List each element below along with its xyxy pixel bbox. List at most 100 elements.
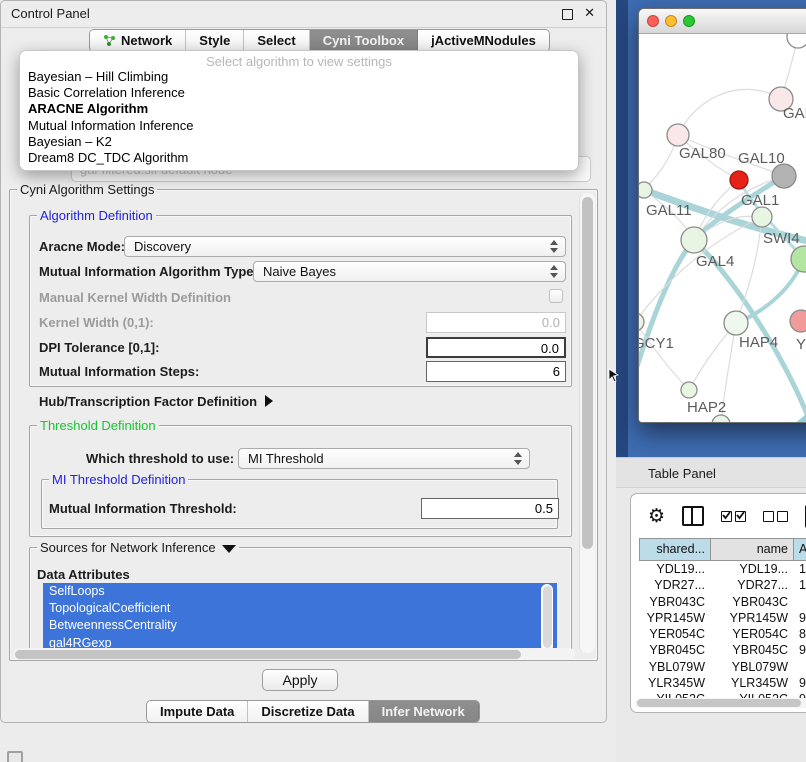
- algorithm-option[interactable]: Mutual Information Inference: [20, 118, 578, 134]
- table-cell: YDL19...: [639, 561, 711, 577]
- network-node[interactable]: [752, 207, 772, 227]
- network-node-label: GAL1: [741, 192, 779, 209]
- column-header-clipped[interactable]: A: [794, 538, 806, 561]
- table-body: YDL19...YDL19...13YDR27...YDR27...12YBR0…: [639, 561, 806, 708]
- tab-infer-network[interactable]: Infer Network: [369, 701, 479, 722]
- algorithm-option[interactable]: ARACNE Algorithm: [20, 101, 578, 117]
- apply-button[interactable]: Apply: [262, 669, 338, 691]
- control-panel-titlebar[interactable]: Control Panel ✕: [1, 1, 606, 28]
- table-cell: 9.: [794, 675, 806, 691]
- table-panel-titlebar[interactable]: Table Panel: [616, 457, 806, 488]
- gear-icon[interactable]: ⚙: [648, 507, 665, 526]
- tab-network[interactable]: Network: [90, 30, 186, 51]
- tab-impute-data[interactable]: Impute Data: [147, 701, 248, 722]
- attributes-scrollbar-thumb[interactable]: [543, 586, 552, 648]
- settings-vertical-scrollbar-thumb[interactable]: [582, 197, 593, 549]
- network-node[interactable]: [791, 246, 806, 272]
- dpi-tolerance-field[interactable]: 0.0: [426, 337, 566, 358]
- table-cell: YER054C: [639, 626, 711, 642]
- table-row[interactable]: YBR043CYBR043C: [639, 594, 806, 610]
- stepper-icon: [514, 452, 523, 465]
- control-panel-tabs: Network Style Select Cyni Toolbox jActiv…: [89, 29, 550, 52]
- table-horizontal-scrollbar-thumb[interactable]: [637, 699, 801, 707]
- mi-threshold-field[interactable]: 0.5: [421, 498, 559, 519]
- zoom-window-icon[interactable]: [683, 15, 695, 27]
- network-node[interactable]: [667, 124, 689, 146]
- settings-horizontal-scrollbar-thumb[interactable]: [15, 650, 521, 659]
- network-canvas[interactable]: GALGAL80GAL10GAL11GAL1SWI4GAL4GCY1HAP4YH…: [639, 34, 806, 423]
- algorithm-option[interactable]: Basic Correlation Inference: [20, 85, 578, 101]
- network-node[interactable]: [681, 382, 697, 398]
- hub-section-toggle[interactable]: Hub/Transcription Factor Definition: [39, 394, 273, 409]
- algorithm-option[interactable]: Dream8 DC_TDC Algorithm: [20, 150, 578, 166]
- close-panel-icon[interactable]: ✕: [584, 5, 595, 21]
- network-window-titlebar[interactable]: [639, 9, 806, 34]
- which-threshold-select[interactable]: MI Threshold: [238, 448, 530, 469]
- table-row[interactable]: YLR345WYLR345W9.: [639, 675, 806, 691]
- tab-select[interactable]: Select: [244, 30, 309, 51]
- network-view-window[interactable]: GALGAL80GAL10GAL11GAL1SWI4GAL4GCY1HAP4YH…: [638, 8, 806, 423]
- algorithm-option[interactable]: Bayesian – Hill Climbing: [20, 69, 578, 85]
- table-row[interactable]: YBR045CYBR045C9.: [639, 642, 806, 658]
- node-table: shared... name A YDL19...YDL19...13YDR27…: [639, 538, 806, 708]
- kernel-width-field[interactable]: 0.0: [426, 312, 566, 333]
- algorithm-definition-title: Algorithm Definition: [37, 208, 156, 223]
- table-row[interactable]: YPR145WYPR145W9.: [639, 610, 806, 626]
- minimized-panel-icon[interactable]: [7, 751, 23, 762]
- table-panel-title: Table Panel: [648, 466, 716, 481]
- dpi-tolerance-label: DPI Tolerance [0,1]:: [39, 340, 159, 355]
- table-cell: YBR043C: [711, 594, 794, 610]
- network-node[interactable]: [730, 171, 748, 189]
- network-node[interactable]: [790, 310, 806, 332]
- float-panel-icon[interactable]: [562, 9, 573, 20]
- stepper-icon: [550, 240, 559, 253]
- table-row[interactable]: YER054CYER054C8.: [639, 626, 806, 642]
- data-attribute-item[interactable]: SelfLoops: [43, 583, 557, 600]
- tab-discretize-data[interactable]: Discretize Data: [248, 701, 368, 722]
- kernel-width-label: Kernel Width (0,1):: [39, 315, 154, 330]
- data-attribute-item[interactable]: BetweennessCentrality: [43, 617, 557, 634]
- network-node-label: GAL11: [646, 202, 692, 219]
- expand-arrow-icon: [265, 395, 273, 407]
- table-row[interactable]: YDR27...YDR27...12: [639, 577, 806, 593]
- settings-horizontal-scrollbar[interactable]: [13, 648, 575, 660]
- mi-steps-label: Mutual Information Steps:: [39, 364, 199, 379]
- network-node[interactable]: [639, 313, 644, 331]
- network-node[interactable]: [787, 34, 806, 48]
- tab-network-label: Network: [121, 33, 172, 48]
- data-attributes-label: Data Attributes: [37, 567, 130, 582]
- network-node[interactable]: [724, 311, 748, 335]
- tab-jactivemnodules[interactable]: jActiveMNodules: [418, 30, 549, 51]
- mi-algorithm-type-select[interactable]: Naive Bayes: [253, 261, 566, 282]
- close-window-icon[interactable]: [647, 15, 659, 27]
- deselect-all-columns-icon[interactable]: [763, 511, 788, 522]
- mi-steps-field[interactable]: 6: [426, 361, 566, 382]
- columns-icon[interactable]: [682, 506, 704, 526]
- column-header-shared-name[interactable]: shared...: [639, 538, 711, 561]
- network-node[interactable]: [639, 182, 652, 198]
- cyni-settings-group-title: Cyni Algorithm Settings: [17, 182, 157, 197]
- network-node-label: GAL: [783, 105, 806, 122]
- sources-group-toggle[interactable]: Sources for Network Inference: [37, 540, 239, 555]
- attributes-scrollbar[interactable]: [541, 584, 553, 652]
- table-row[interactable]: YDL19...YDL19...13: [639, 561, 806, 577]
- aracne-mode-select[interactable]: Discovery: [124, 236, 566, 257]
- tab-cyni-toolbox[interactable]: Cyni Toolbox: [310, 30, 418, 51]
- tab-style[interactable]: Style: [186, 30, 244, 51]
- minimize-window-icon[interactable]: [665, 15, 677, 27]
- settings-vertical-scrollbar[interactable]: [579, 193, 595, 653]
- network-node[interactable]: [712, 415, 730, 423]
- data-attribute-item[interactable]: TopologicalCoefficient: [43, 600, 557, 617]
- table-row[interactable]: YBL079WYBL079W: [639, 659, 806, 675]
- table-horizontal-scrollbar[interactable]: [635, 698, 806, 708]
- threshold-definition-title: Threshold Definition: [37, 418, 159, 433]
- network-node-label: Y: [796, 336, 806, 353]
- column-header-name[interactable]: name: [711, 538, 794, 561]
- table-cell: [794, 594, 806, 610]
- network-node[interactable]: [772, 164, 796, 188]
- network-node[interactable]: [681, 227, 707, 253]
- data-attributes-list[interactable]: SelfLoopsTopologicalCoefficientBetweenne…: [43, 583, 557, 653]
- algorithm-option[interactable]: Bayesian – K2: [20, 134, 578, 150]
- manual-kernel-width-checkbox[interactable]: [549, 289, 563, 303]
- select-all-columns-icon[interactable]: [721, 511, 746, 522]
